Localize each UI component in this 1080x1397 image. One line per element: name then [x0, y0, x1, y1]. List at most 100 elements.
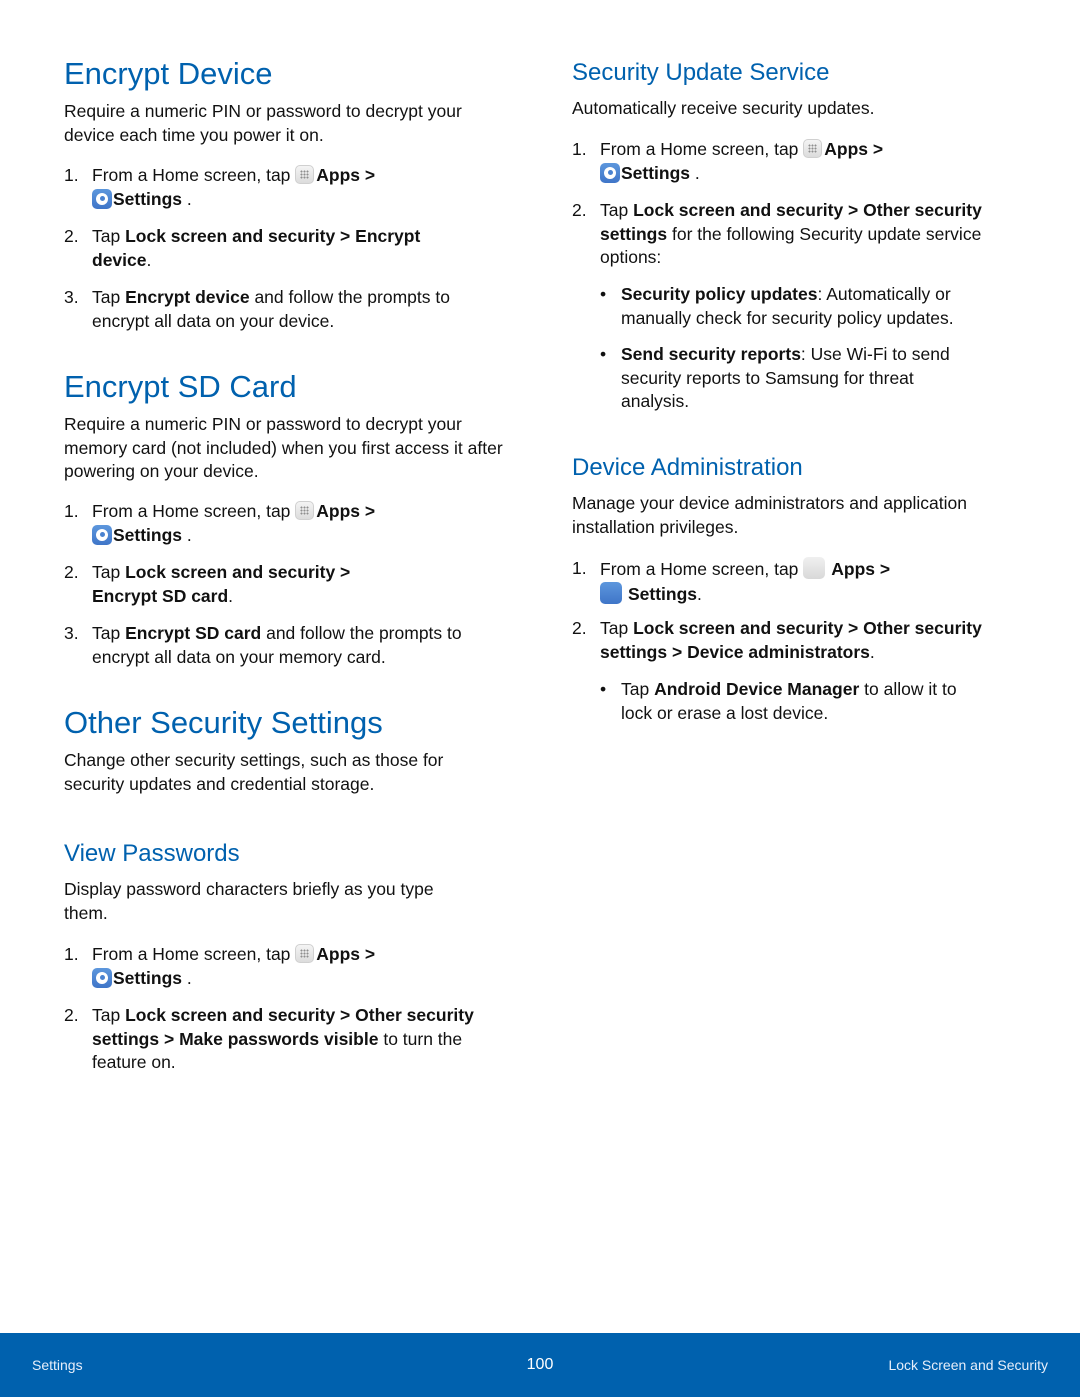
apps-icon [803, 557, 826, 579]
separator: > [875, 559, 891, 579]
settings-gear-icon [600, 162, 620, 183]
step-number: 2. [572, 618, 587, 638]
menu-path: Encrypt SD card [125, 623, 262, 643]
step-text: Tap [92, 226, 126, 246]
apps-label: Apps [824, 139, 869, 159]
heading-view-passwords: View Passwords [64, 840, 240, 867]
step-1: 1. From a Home screen, tap Apps > Setting… [64, 500, 514, 547]
step-number: 3. [64, 287, 79, 307]
step-2: 2. Tap Lock screen and security > Encryp… [64, 225, 514, 272]
step-number: 3. [64, 623, 79, 643]
apps-grid-icon [295, 944, 315, 963]
menu-path: Lock screen and security [633, 618, 844, 638]
menu-path: Device administrators [687, 641, 870, 662]
apps-grid-icon [803, 139, 823, 158]
step-text: Tap [600, 618, 634, 638]
heading-security-update-service: Security Update Service [572, 59, 830, 86]
separator: > [335, 226, 356, 246]
step-text: From a Home screen, tap [92, 944, 296, 964]
heading-encrypt-device: Encrypt Device [64, 56, 273, 91]
step-3: 3. Tap Encrypt SD card and follow the pr… [64, 622, 514, 669]
step-number: 1. [64, 165, 79, 185]
separator: > [159, 1028, 180, 1049]
apps-grid-icon [295, 501, 315, 520]
step-text: Tap [621, 679, 655, 699]
option-name: Security policy updates [621, 284, 818, 304]
step-number: 1. [572, 558, 587, 578]
separator: > [335, 562, 351, 582]
step-text: . [869, 641, 875, 662]
step-1: 1. From a Home screen, tap Apps > Setting… [572, 138, 1022, 185]
separator: > [360, 501, 376, 521]
menu-path: Encrypt device [125, 287, 250, 307]
separator: > [868, 139, 884, 159]
step-number: 1. [572, 139, 587, 159]
bullet-icon: • [600, 679, 607, 699]
step-text: . [146, 249, 152, 270]
intro-encrypt-device: Require a numeric PIN or password to dec… [64, 101, 462, 145]
step-1: 1. From a Home screen, tap Apps > Setting… [572, 557, 1022, 606]
intro-security-update-service: Automatically receive security updates. [572, 98, 875, 118]
intro-view-passwords: Display password characters briefly as y… [64, 879, 434, 923]
step-text: . [697, 583, 702, 604]
separator: > [843, 200, 864, 220]
step-number: 2. [572, 200, 587, 220]
step-text: . [182, 967, 192, 988]
separator: > [335, 1005, 356, 1025]
step-2: 2. Tap Lock screen and security > Other … [572, 199, 1022, 270]
step-2: 2. Tap Lock screen and security > Other … [572, 617, 1022, 664]
settings-gear-icon [92, 524, 112, 545]
step-3: 3. Tap Encrypt device and follow the pro… [64, 286, 514, 333]
menu-path: Lock screen and security [125, 1005, 336, 1025]
menu-path: Lock screen and security [125, 226, 336, 246]
menu-path: Lock screen and security [633, 200, 844, 220]
bullet-item: • Send security reports: Use Wi-Fi to se… [600, 343, 1022, 414]
settings-label: Settings [113, 967, 183, 988]
bullet-icon: • [600, 344, 607, 364]
separator: > [360, 165, 376, 185]
menu-path: Lock screen and security [125, 562, 336, 582]
heading-device-administration: Device Administration [572, 454, 803, 481]
step-text: . [182, 188, 192, 209]
step-text: From a Home screen, tap [92, 165, 296, 185]
footer-section: Lock Screen and Security [888, 1357, 1048, 1373]
option-name: Android Device Manager [654, 679, 860, 699]
settings-icon [600, 581, 622, 604]
bullet-item: • Security policy updates: Automatically… [600, 283, 1022, 330]
step-text: From a Home screen, tap [600, 139, 804, 159]
step-number: 1. [64, 501, 79, 521]
settings-label: Settings [113, 188, 183, 209]
step-text: From a Home screen, tap [600, 559, 804, 579]
page-footer: Settings 100 Lock Screen and Security [0, 1333, 1080, 1397]
separator: > [843, 618, 864, 638]
menu-path: Make passwords visible [179, 1028, 379, 1049]
settings-label: Settings [628, 583, 698, 604]
settings-label: Settings [621, 162, 691, 183]
step-text: . [690, 162, 700, 183]
menu-path: Encrypt SD card [92, 585, 229, 606]
step-2: 2. Tap Lock screen and security > Other … [64, 1004, 514, 1075]
settings-gear-icon [92, 967, 112, 988]
step-text: Tap [600, 200, 634, 220]
step-2: 2. Tap Lock screen and security > Encryp… [64, 561, 514, 608]
step-number: 2. [64, 226, 79, 246]
step-text: Tap [92, 562, 126, 582]
separator: > [667, 641, 688, 662]
option-name: Send security reports [621, 344, 801, 364]
apps-label: Apps [831, 559, 876, 579]
step-text: . [182, 524, 192, 545]
bullet-item: • Tap Android Device Manager to allow it… [600, 678, 1022, 725]
step-text: . [228, 585, 234, 606]
step-text: Tap [92, 623, 126, 643]
bullet-icon: • [600, 284, 607, 304]
separator: > [360, 944, 376, 964]
step-1: 1. From a Home screen, tap Apps > Setting… [64, 164, 514, 211]
apps-label: Apps [316, 165, 361, 185]
settings-gear-icon [92, 188, 112, 209]
step-number: 2. [64, 562, 79, 582]
step-text: Tap [92, 287, 126, 307]
step-number: 2. [64, 1005, 79, 1025]
settings-label: Settings [113, 524, 183, 545]
intro-other-security-settings: Change other security settings, such as … [64, 750, 444, 794]
step-number: 1. [64, 944, 79, 964]
